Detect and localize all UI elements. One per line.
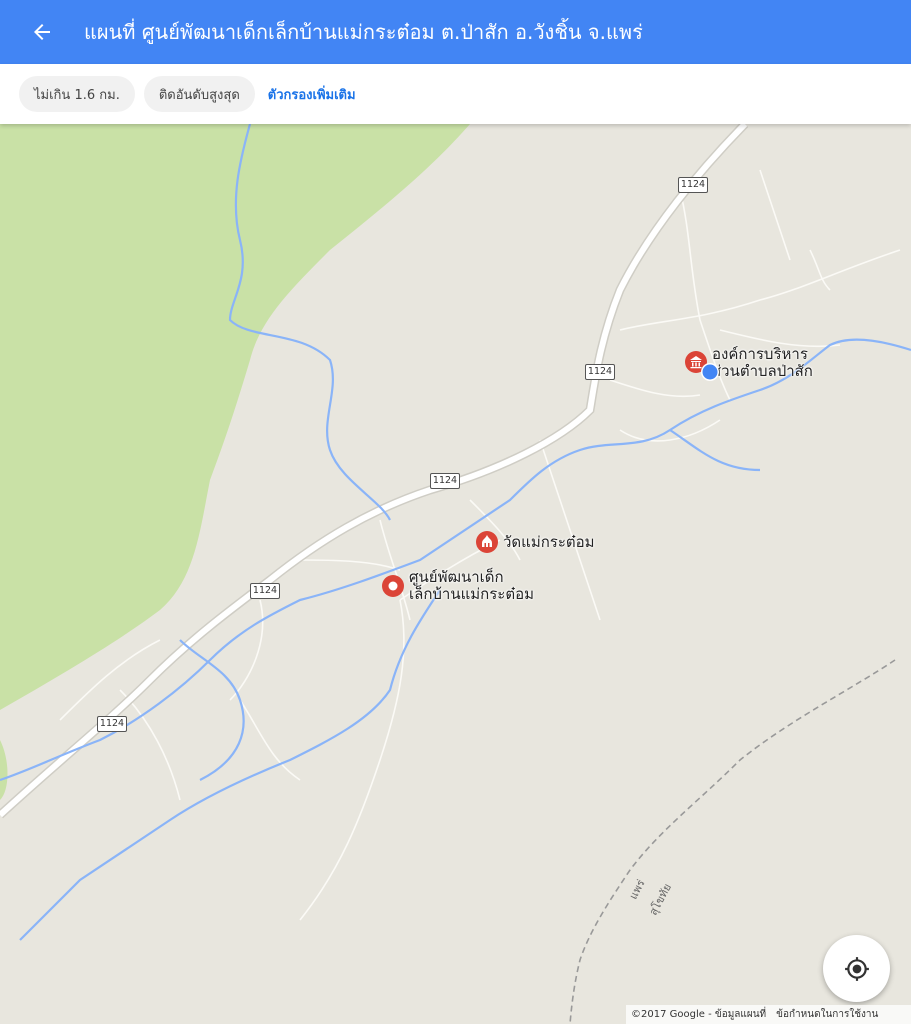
route-shield-1124: 1124: [250, 583, 280, 599]
current-location-dot: [701, 363, 719, 381]
filter-bar: ไม่เกิน 1.6 กม. ติดอันดับสูงสุด ตัวกรองเ…: [0, 64, 911, 124]
arrow-back-icon: [34, 24, 50, 40]
distance-filter-chip[interactable]: ไม่เกิน 1.6 กม.: [19, 76, 135, 112]
poi-label-line: องค์การบริหาร: [712, 345, 808, 363]
poi-label-sao: องค์การบริหาร ส่วนตำบลป่าสัก: [712, 346, 813, 380]
route-shield-1124: 1124: [585, 364, 615, 380]
poi-label-line: เล็กบ้านแม่กระต๋อม: [409, 585, 534, 603]
terms-link[interactable]: ข้อกำหนดในการใช้งาน: [771, 1007, 883, 1022]
route-shield-1124: 1124: [678, 177, 708, 193]
app-bar: แผนที่ ศูนย์พัฒนาเด็กเล็กบ้านแม่กระต๋อม …: [0, 0, 911, 64]
temple-icon[interactable]: [475, 530, 499, 554]
poi-label-line: ศูนย์พัฒนาเด็ก: [409, 568, 504, 586]
poi-label-line: ส่วนตำบลป่าสัก: [712, 362, 813, 380]
route-shield-1124: 1124: [430, 473, 460, 489]
map-canvas[interactable]: 1124 1124 1124 1124 1124 องค์การบริหาร ส…: [0, 124, 911, 1024]
selected-place-pin-icon[interactable]: [381, 574, 405, 598]
route-shield-1124: 1124: [97, 716, 127, 732]
map-attribution: ©2017 Google - ข้อมูลแผนที่ ข้อกำหนดในกา…: [626, 1005, 911, 1024]
page-title: แผนที่ ศูนย์พัฒนาเด็กเล็กบ้านแม่กระต๋อม …: [84, 20, 643, 44]
copyright-text: ©2017 Google - ข้อมูลแผนที่: [631, 1009, 767, 1020]
my-location-icon: [844, 956, 869, 981]
more-filters-link[interactable]: ตัวกรองเพิ่มเติม: [264, 84, 360, 105]
top-rated-filter-chip[interactable]: ติดอันดับสูงสุด: [143, 76, 255, 112]
back-button[interactable]: [0, 0, 84, 64]
poi-label-temple: วัดแม่กระต๋อม: [503, 533, 595, 551]
my-location-button[interactable]: [823, 935, 890, 1002]
poi-label-childcare-centre: ศูนย์พัฒนาเด็ก เล็กบ้านแม่กระต๋อม: [409, 569, 534, 603]
